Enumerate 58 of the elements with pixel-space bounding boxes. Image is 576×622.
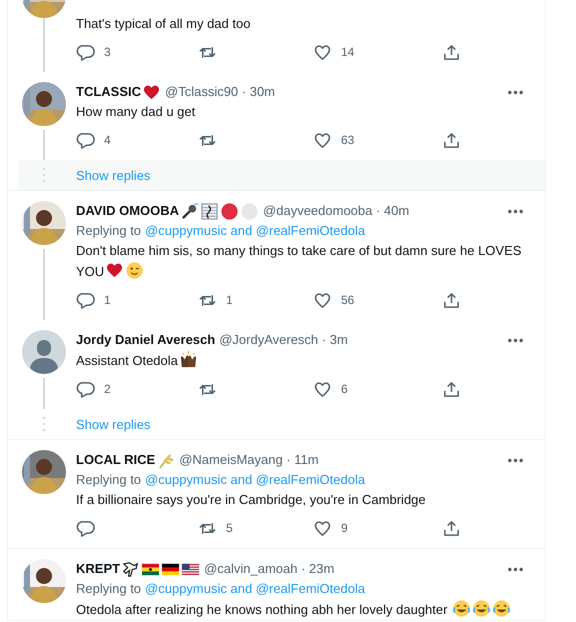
count: 56 — [341, 293, 354, 307]
count: 6 — [341, 382, 348, 396]
share-icon[interactable] — [442, 518, 461, 538]
share-icon[interactable] — [442, 42, 461, 62]
dotted-line-icon — [42, 167, 46, 183]
user-name[interactable]: LOCAL RICE — [76, 450, 156, 470]
count: 14 — [341, 45, 354, 59]
user-handle[interactable]: @Tclassic90 · 30m — [165, 82, 276, 102]
replying-label: Replying to — [76, 581, 142, 596]
heart-icon[interactable] — [313, 42, 332, 62]
count: 3 — [104, 45, 111, 59]
tweet-text: Assistant Otedola — [76, 350, 535, 371]
sheet-music-icon — [200, 202, 220, 220]
tweet-text: If a billionaire says you're in Cambridge, you're in Cambridge — [76, 491, 427, 509]
count: 5 — [226, 521, 233, 535]
heart-icon[interactable] — [313, 290, 332, 310]
replying-label: Replying to — [76, 223, 142, 238]
circle-icon — [220, 202, 240, 220]
laughing-emoji-icon — [472, 599, 492, 618]
heart-icon[interactable] — [313, 130, 332, 150]
share-icon[interactable] — [442, 130, 461, 150]
dotted-line-icon — [42, 416, 46, 432]
reply-icon[interactable] — [76, 518, 95, 538]
count: 1 — [104, 293, 111, 307]
user-name[interactable]: Jordy Daniel Averesch — [76, 330, 216, 350]
user-handle[interactable]: @JordyAveresch · 3m — [219, 330, 348, 350]
user-handle[interactable]: @calvin_amoah · 23m — [204, 559, 334, 579]
winking-emoji-icon — [125, 261, 144, 280]
laughing-emoji-icon — [492, 599, 512, 618]
reply-icon[interactable] — [76, 380, 95, 398]
count: 9 — [341, 521, 348, 535]
count: 63 — [341, 133, 354, 147]
count: 2 — [104, 382, 111, 396]
share-icon[interactable] — [442, 290, 461, 310]
heart-icon — [105, 261, 124, 280]
reply-icon[interactable] — [76, 290, 95, 310]
raised-hands-icon — [178, 350, 198, 369]
tweet-text: How many dad u get — [76, 103, 196, 121]
user-name[interactable]: KREPT — [76, 559, 120, 579]
tweet-text: That's typical of all my dad too — [76, 15, 252, 33]
count: 4 — [104, 133, 111, 147]
microphone-icon — [180, 202, 200, 220]
tweet-text: Otedola after realizing he knows nothing abh her lovely daughter — [76, 599, 535, 620]
replying-label: Replying to — [76, 472, 142, 487]
share-icon[interactable] — [442, 380, 461, 398]
count: 1 — [226, 293, 233, 307]
circle-icon — [240, 202, 260, 220]
tweet-text: Don't blame him sis, so many things to take care of but damn sure he LOVES YOU — [76, 242, 522, 282]
laughing-emoji-icon — [452, 599, 472, 618]
user-handle[interactable]: @dayveedomooba · 40m — [263, 201, 410, 221]
reply-icon[interactable] — [76, 42, 95, 62]
heart-icon — [142, 82, 161, 102]
user-name[interactable]: DAVID OMOOBA — [76, 201, 180, 221]
user-handle[interactable]: @NameisMayang · 11m — [179, 450, 319, 470]
heart-icon[interactable] — [313, 380, 332, 398]
reply-icon[interactable] — [76, 130, 95, 150]
user-name[interactable]: TCLASSIC — [76, 82, 141, 102]
heart-icon[interactable] — [313, 518, 332, 538]
